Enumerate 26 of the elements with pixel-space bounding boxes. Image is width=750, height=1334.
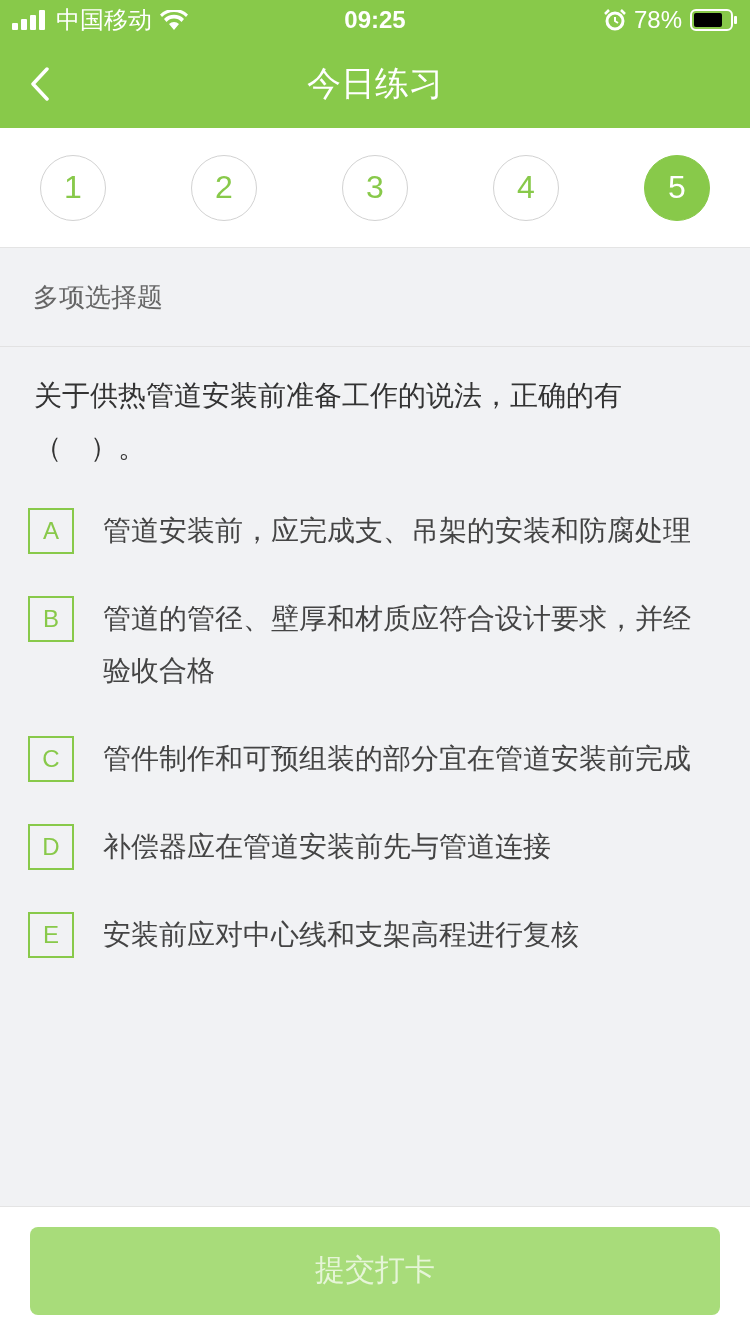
question-number[interactable]: 2 (191, 154, 257, 221)
option-text[interactable]: 管道安装前，应完成支、吊架的安装和防腐处理 (103, 505, 691, 557)
option-letter[interactable]: B (28, 596, 74, 642)
option-text[interactable]: 管道的管径、壁厚和材质应符合设计要求，并经验收合格 (103, 593, 710, 697)
page-title: 今日练习 (307, 63, 443, 104)
option-letter[interactable]: C (28, 736, 74, 782)
option-text[interactable]: 管件制作和可预组装的部分宜在管道安装前完成 (103, 733, 691, 785)
battery-icon (690, 9, 738, 31)
battery-percent: 78% (633, 6, 682, 34)
carrier-name: 中国移动 (56, 5, 152, 35)
question-number[interactable]: 3 (342, 154, 408, 221)
question-number[interactable]: 1 (40, 154, 106, 221)
question-type: 多项选择题 (33, 280, 163, 314)
question-text: 关于供热管道安装前准备工作的说法，正确的有（ ）。 (33, 379, 623, 465)
back-icon[interactable] (30, 67, 50, 101)
question-number[interactable]: 4 (493, 154, 559, 221)
signal-icon (12, 10, 48, 30)
wifi-icon (160, 10, 188, 30)
option-letter[interactable]: A (28, 508, 74, 554)
option-text[interactable]: 安装前应对中心线和支架高程进行复核 (103, 909, 579, 961)
option-text[interactable]: 补偿器应在管道安装前先与管道连接 (103, 821, 551, 873)
status-time: 09:25 (344, 6, 406, 34)
option-letter[interactable]: E (28, 912, 74, 958)
option-letter[interactable]: D (28, 824, 74, 870)
question-number[interactable]: 5 (644, 154, 710, 221)
alarm-icon (603, 9, 626, 31)
